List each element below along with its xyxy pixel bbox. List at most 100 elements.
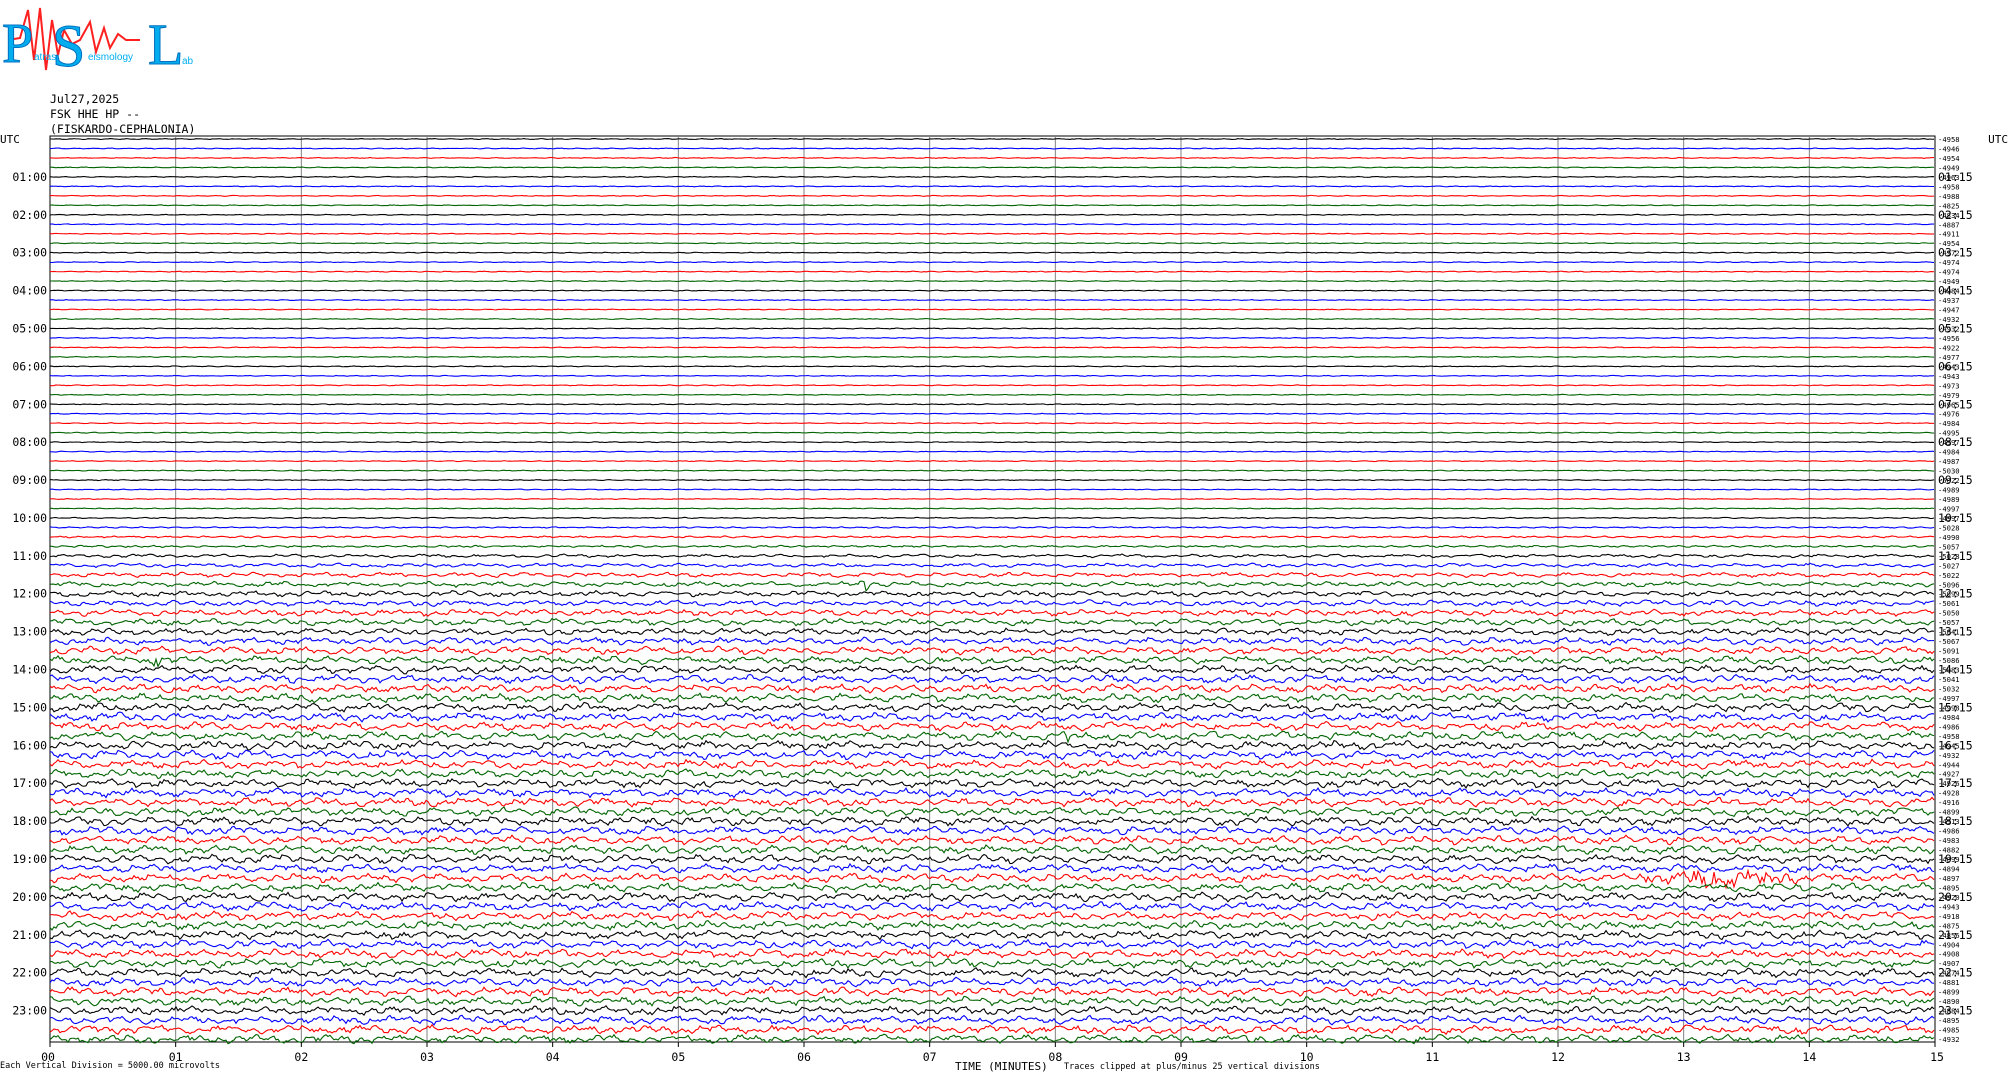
trace-offset-label: -4973 (1938, 381, 1960, 390)
trace-line (49, 655, 1935, 669)
trace-offset-label: -5057 (1938, 618, 1960, 627)
trace-line (49, 1014, 1935, 1026)
trace-line (49, 261, 1935, 264)
trace-line (49, 995, 1935, 1007)
trace-offset-label: -5086 (1938, 656, 1960, 665)
trace-offset-label: -4979 (1938, 391, 1960, 400)
trace-offset-label: -4986 (1938, 722, 1960, 731)
trace-line (49, 900, 1935, 912)
trace-offset-label: -4904 (1938, 940, 1960, 949)
trace-offset-label: -5028 (1938, 523, 1960, 532)
trace-group (49, 137, 1935, 1045)
trace-offset-label: -4920 (1938, 893, 1960, 902)
trace-offset-label: -5041 (1938, 675, 1960, 684)
trace-line (49, 346, 1935, 349)
trace-line (49, 929, 1935, 941)
trace-line (49, 460, 1935, 463)
trace-line (49, 422, 1935, 425)
trace-offset-label: -4974 (1938, 258, 1960, 267)
trace-line (49, 479, 1935, 482)
trace-offset-label: -4874 (1938, 969, 1960, 978)
trace-line (49, 862, 1935, 874)
trace-offset-label: -4956 (1938, 334, 1960, 343)
trace-offset-label: -4947 (1938, 306, 1960, 315)
trace-line (49, 469, 1935, 472)
trace-offset-label: -4881 (1938, 978, 1960, 987)
trace-line (49, 223, 1935, 226)
trace-line (49, 948, 1935, 960)
trace-line (49, 758, 1935, 770)
trace-offset-label: -4899 (1938, 855, 1960, 864)
trace-line (49, 853, 1935, 865)
trace-offset-label: -4897 (1938, 874, 1960, 883)
hour-label-left: 19:00 (12, 852, 47, 866)
trace-line (49, 787, 1935, 799)
trace-offset-label: -4998 (1938, 703, 1960, 712)
trace-line (49, 891, 1935, 903)
trace-offset-label: -4946 (1938, 144, 1960, 153)
trace-offset-label: -4958 (1938, 182, 1960, 191)
trace-offset-label: -4988 (1938, 192, 1960, 201)
trace-line (49, 711, 1935, 723)
trace-offset-label: -4983 (1938, 836, 1960, 845)
trace-line (49, 966, 1935, 979)
trace-line (49, 374, 1935, 377)
trace-offset-label: -4990 (1938, 533, 1960, 542)
trace-line (49, 194, 1935, 197)
trace-line (49, 251, 1935, 254)
helicorder-chart: UTC UTC 01:00 02:00 03:00 04:00 05:00 06:00 07:0… (0, 133, 2008, 1064)
trace-line (49, 580, 1935, 593)
trace-offset-label: -5096 (1938, 580, 1960, 589)
trace-offset-label: -5022 (1938, 571, 1960, 580)
trace-offset-label: -4997 (1938, 694, 1960, 703)
trace-offset-label: -4890 (1938, 997, 1960, 1006)
x-tick-label: 15 (1930, 1050, 1944, 1064)
trace-offset-label: -4899 (1938, 988, 1960, 997)
trace-offset-label: -4928 (1938, 789, 1960, 798)
trace-offset-label: -4997 (1938, 438, 1960, 447)
trace-line (49, 327, 1935, 330)
hour-label-left: 08:00 (12, 435, 47, 449)
x-tick-label: 05 (671, 1050, 685, 1064)
right-utc-label: UTC (1988, 133, 2008, 146)
trace-offset-label: -4997 (1938, 514, 1960, 523)
trace-offset-label: -5030 (1938, 467, 1960, 476)
trace-offset-label: -5067 (1938, 637, 1960, 646)
trace-offset-label: -4825 (1938, 201, 1960, 210)
trace-line (49, 910, 1935, 922)
trace-line (49, 147, 1935, 150)
trace-line (49, 636, 1935, 646)
trace-line (49, 562, 1935, 569)
trace-offset-label: -4984 (1938, 448, 1960, 457)
trace-offset-label: -5041 (1938, 628, 1960, 637)
trace-offset-label: -4882 (1938, 846, 1960, 855)
trace-line (49, 1023, 1935, 1036)
trace-offset-label: -4989 (1938, 495, 1960, 504)
trace-offset-label: -4932 (1938, 315, 1960, 324)
trace-line (49, 280, 1935, 283)
trace-line (49, 336, 1935, 339)
trace-offset-label: -5027 (1938, 561, 1960, 570)
trace-line (49, 806, 1935, 818)
trace-line (49, 507, 1935, 510)
x-tick-label: 03 (420, 1050, 434, 1064)
trace-offset-label: -5057 (1938, 542, 1960, 551)
hour-label-left: 09:00 (12, 473, 47, 487)
x-tick-label: 04 (546, 1050, 560, 1064)
trace-line (49, 608, 1935, 617)
trace-offset-label: -4986 (1938, 827, 1960, 836)
trace-offset-label: -4943 (1938, 902, 1960, 911)
trace-offset-label: -4932 (1938, 751, 1960, 760)
hour-label-left: 07:00 (12, 397, 47, 411)
trace-offset-label: -4908 (1938, 950, 1960, 959)
trace-offset-label: -4918 (1938, 912, 1960, 921)
trace-line (49, 938, 1935, 950)
trace-line (49, 589, 1935, 598)
trace-line (49, 526, 1935, 529)
x-axis-title: TIME (MINUTES) (955, 1060, 1048, 1073)
trace-line (49, 768, 1935, 780)
trace-line (49, 204, 1935, 207)
trace-offset-label: -4932 (1938, 324, 1960, 333)
trace-line (49, 919, 1935, 932)
trace-offset-label: -4974 (1938, 268, 1960, 277)
